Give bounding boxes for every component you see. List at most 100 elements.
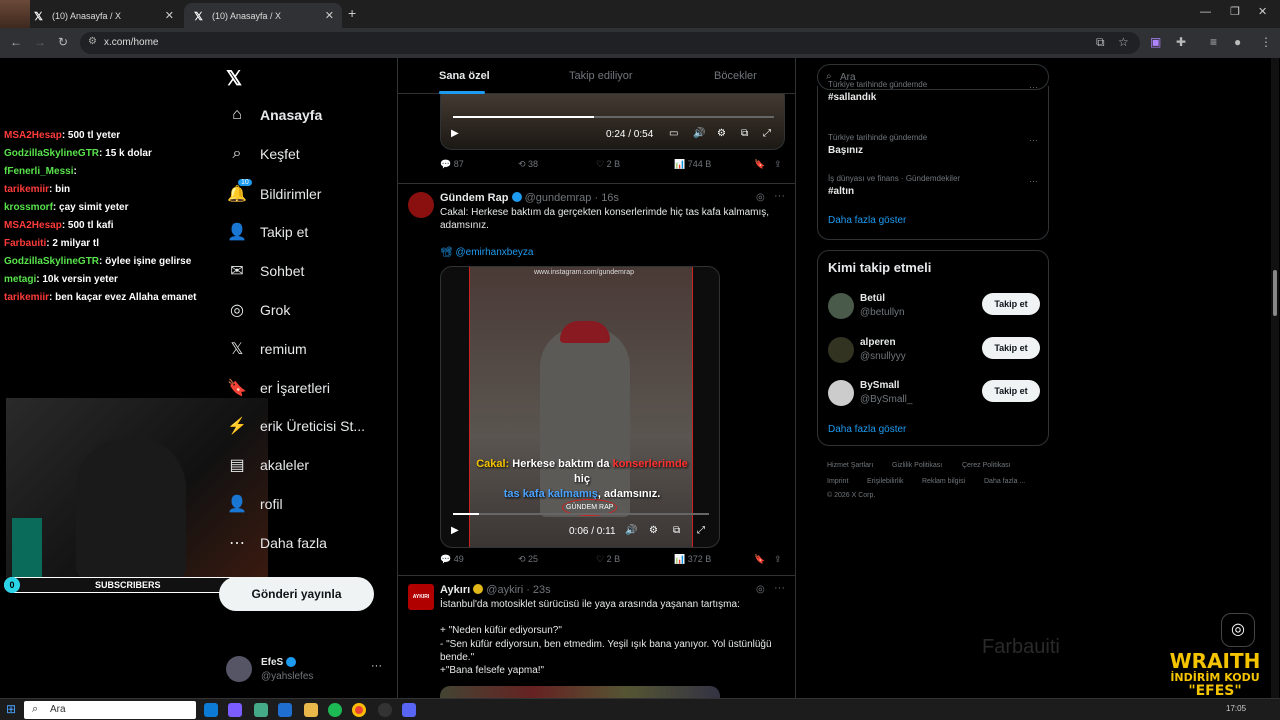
trend-item[interactable]: Türkiye tarihinde gündemde #sallandık ··· bbox=[828, 80, 1038, 103]
tweet-credit[interactable]: 📽 @emirhanxbeyza bbox=[440, 246, 785, 259]
explorer-icon[interactable] bbox=[304, 703, 318, 717]
browser-tab-2[interactable]: 𝕏 (10) Anasayfa / X ✕ bbox=[184, 3, 342, 28]
more-icon[interactable]: ··· bbox=[1029, 176, 1038, 186]
store-icon[interactable] bbox=[254, 703, 268, 717]
play-icon[interactable]: ▶ bbox=[451, 128, 459, 139]
nav-item[interactable]: ⋯ Daha fazla bbox=[226, 533, 327, 553]
new-tab-button[interactable]: + bbox=[348, 5, 356, 21]
close-tab-icon[interactable]: ✕ bbox=[325, 9, 334, 22]
back-icon[interactable]: ← bbox=[10, 35, 22, 49]
follow-button[interactable]: Takip et bbox=[982, 380, 1040, 402]
grok-icon[interactable]: ◎ bbox=[756, 584, 765, 595]
post-button[interactable]: Gönderi yayınla bbox=[219, 577, 374, 611]
more-icon[interactable]: ··· bbox=[774, 190, 785, 202]
nav-item[interactable]: ✉ Sohbet bbox=[226, 261, 304, 281]
avatar[interactable] bbox=[828, 293, 854, 319]
avatar[interactable]: AYKIRI bbox=[408, 584, 434, 610]
chrome-icon[interactable] bbox=[352, 703, 366, 717]
follow-suggestion[interactable]: Betül @betullyn Takip et bbox=[828, 291, 1040, 327]
follow-button[interactable]: Takip et bbox=[982, 336, 1040, 359]
url-field[interactable]: ⚙ x.com/home bbox=[80, 32, 1140, 54]
reply-button[interactable]: 💬 87 bbox=[440, 159, 464, 170]
pip-icon[interactable]: ⧉ bbox=[673, 525, 680, 536]
avatar[interactable] bbox=[828, 336, 854, 363]
start-icon[interactable]: ⊞ bbox=[6, 702, 16, 716]
footer-link[interactable]: Hizmet Şartları bbox=[827, 462, 873, 469]
footer-link[interactable]: Erişilebilirlik bbox=[867, 478, 904, 485]
repost-button[interactable]: ⟲ 25 bbox=[518, 554, 538, 565]
tab-following[interactable]: Takip ediliyor bbox=[569, 70, 633, 82]
restore-icon[interactable]: ❐ bbox=[1230, 5, 1240, 18]
bookmark-icon[interactable]: 🔖 bbox=[754, 554, 765, 565]
settings-icon[interactable]: ⚙ bbox=[649, 525, 658, 536]
trend-item[interactable]: İş dünyası ve finans · Gündemdekiler #alt… bbox=[828, 174, 1038, 197]
avatar[interactable] bbox=[408, 192, 434, 218]
reload-icon[interactable]: ↻ bbox=[58, 35, 68, 49]
tweet-media-preview[interactable] bbox=[440, 686, 720, 698]
avatar[interactable] bbox=[828, 380, 854, 406]
volume-icon[interactable]: 🔊 bbox=[625, 525, 637, 536]
nav-item[interactable]: ⌕ Keşfet bbox=[226, 145, 300, 163]
trend-item[interactable]: Türkiye tarihinde gündemde Başınız ··· bbox=[828, 133, 1038, 156]
extensions-puzzle-icon[interactable]: ✚ bbox=[1176, 35, 1186, 49]
scrollbar[interactable] bbox=[1271, 58, 1279, 698]
share-icon[interactable]: ⇪ bbox=[774, 554, 782, 565]
more-icon[interactable]: ··· bbox=[774, 582, 785, 594]
profile-icon[interactable]: ● bbox=[1234, 35, 1241, 49]
follow-suggestion[interactable]: BySmall @BySmall_ Takip et bbox=[828, 378, 1040, 414]
browser-tab-1[interactable]: 𝕏 (10) Anasayfa / X ✕ bbox=[24, 3, 182, 28]
footer-link[interactable]: Çerez Politikası bbox=[962, 462, 1011, 469]
footer-link[interactable]: Gizlilik Politikası bbox=[892, 462, 942, 469]
video-player[interactable]: www.instagram.com/gundemrap Cakal: Herke… bbox=[440, 266, 720, 548]
footer-link[interactable]: Reklam bilgisi bbox=[922, 478, 965, 485]
tweet-aykiri[interactable]: AYKIRI Aykırı @aykiri · 23s ◎ ··· İstanb… bbox=[398, 576, 795, 698]
tweet-author[interactable]: Aykırı @aykiri · 23s bbox=[440, 584, 551, 596]
views-button[interactable]: 📊 744 B bbox=[674, 159, 711, 170]
show-more-link[interactable]: Daha fazla göster bbox=[828, 215, 906, 226]
tweet-author[interactable]: Gündem Rap @gundemrap · 16s bbox=[440, 192, 619, 204]
captions-icon[interactable]: ▭ bbox=[669, 128, 678, 139]
bookmark-star-icon[interactable]: ☆ bbox=[1118, 35, 1129, 49]
nav-item[interactable]: ◎ Grok bbox=[226, 300, 290, 320]
media-icon[interactable]: ≡ bbox=[1210, 35, 1217, 49]
settings-icon[interactable]: ⚙ bbox=[717, 128, 726, 139]
scrollbar-thumb[interactable] bbox=[1273, 270, 1277, 316]
like-button[interactable]: ♡ 2 B bbox=[596, 159, 620, 170]
footer-link[interactable]: Daha fazla ... bbox=[984, 478, 1025, 485]
share-icon[interactable]: ⇪ bbox=[774, 159, 782, 170]
like-button[interactable]: ♡ 2 B bbox=[596, 554, 620, 565]
more-icon[interactable]: ··· bbox=[371, 660, 382, 672]
nav-item[interactable]: 🔔 10 Bildirimler bbox=[226, 178, 321, 204]
tweet-gundem-rap[interactable]: Gündem Rap @gundemrap · 16s ◎ ··· Cakal:… bbox=[398, 184, 795, 576]
site-info-icon[interactable]: ⚙ bbox=[88, 36, 97, 47]
nav-item[interactable]: ⌂ Anasayfa bbox=[226, 106, 322, 124]
tweet-previous[interactable]: ▶ 0:24 / 0:54 ▭ 🔊 ⚙ ⧉ ⤢ 💬 87 ⟲ 38 ♡ 2 B … bbox=[398, 84, 795, 184]
nav-item[interactable]: ⚡ erik Üreticisi St... bbox=[226, 416, 365, 436]
forward-icon[interactable]: → bbox=[34, 35, 46, 49]
tab-for-you[interactable]: Sana özel bbox=[439, 70, 490, 82]
fullscreen-icon[interactable]: ⤢ bbox=[697, 525, 705, 536]
bookmark-icon[interactable]: 🔖 bbox=[754, 159, 765, 170]
volume-icon[interactable]: 🔊 bbox=[693, 128, 705, 139]
fullscreen-icon[interactable]: ⤢ bbox=[763, 128, 771, 139]
mail-icon[interactable] bbox=[278, 703, 292, 717]
extension-icon[interactable]: ▣ bbox=[1150, 35, 1161, 49]
video-progress-track[interactable] bbox=[453, 513, 709, 515]
nav-item[interactable]: 🔖 er İşaretleri bbox=[226, 378, 330, 398]
views-button[interactable]: 📊 372 B bbox=[674, 554, 711, 565]
discord-icon[interactable] bbox=[402, 703, 416, 717]
nav-item[interactable]: 👤 Takip et bbox=[226, 222, 308, 242]
x-logo-icon[interactable]: 𝕏 bbox=[226, 66, 242, 91]
show-more-link[interactable]: Daha fazla göster bbox=[828, 424, 906, 435]
menu-icon[interactable]: ⋮ bbox=[1260, 35, 1272, 49]
nav-item[interactable]: ▤ akaleler bbox=[226, 455, 309, 475]
reply-button[interactable]: 💬 49 bbox=[440, 554, 464, 565]
nav-item[interactable]: 𝕏remium bbox=[226, 339, 307, 359]
account-switcher[interactable]: EfeS @yahslefes ··· bbox=[226, 656, 386, 686]
copilot-icon[interactable] bbox=[228, 703, 242, 717]
taskbar-search[interactable]: ⌕ Ara bbox=[24, 701, 196, 719]
more-icon[interactable]: ··· bbox=[1029, 135, 1038, 145]
edge-icon[interactable] bbox=[204, 703, 218, 717]
spotify-icon[interactable] bbox=[328, 703, 342, 717]
follow-button[interactable]: Takip et bbox=[982, 293, 1040, 315]
